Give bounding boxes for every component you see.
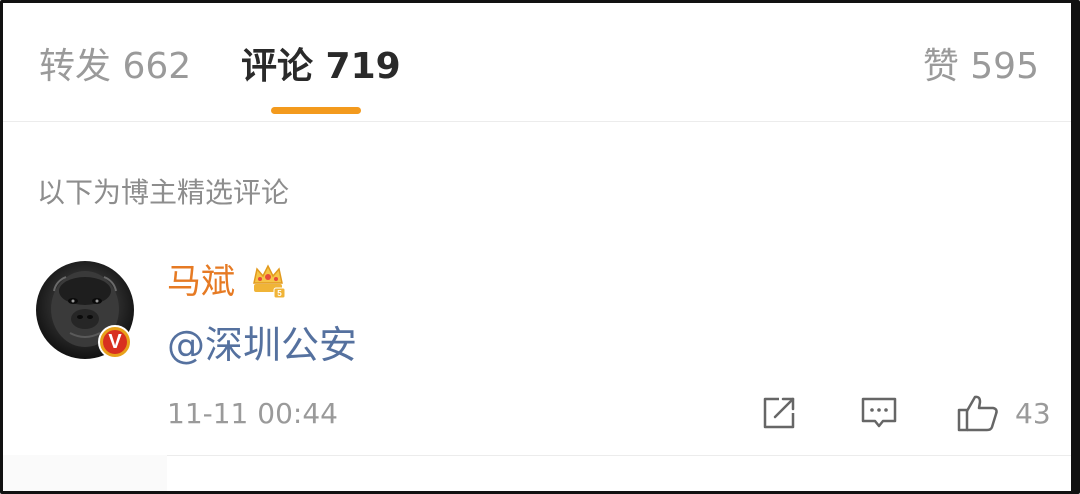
svg-text:5: 5: [277, 289, 282, 298]
comment-timestamp: 11-11 00:44: [167, 397, 338, 430]
thumbs-up-icon[interactable]: [956, 393, 1000, 433]
crown-vip-icon[interactable]: 5: [249, 261, 287, 299]
tab-comments[interactable]: 评论 719: [241, 43, 401, 91]
verified-badge-icon: V: [98, 325, 132, 359]
verified-badge-letter: V: [108, 331, 122, 353]
tab-repost[interactable]: 转发 662: [39, 43, 191, 91]
featured-comments-label: 以下为博主精选评论: [37, 176, 290, 209]
share-icon[interactable]: [759, 393, 799, 433]
active-tab-indicator: [271, 107, 361, 114]
comment-divider: [167, 455, 1071, 456]
divider-left-shade: [3, 455, 167, 491]
comment-panel: 转发 662 评论 719 赞 595 以下为博主精选评论 V 马斌 5 @深圳…: [3, 3, 1077, 491]
scrollbar[interactable]: [1071, 3, 1077, 491]
reply-icon[interactable]: [859, 393, 899, 433]
comment-text[interactable]: @深圳公安: [167, 319, 357, 371]
tab-likes[interactable]: 赞 595: [923, 43, 1039, 91]
comment-username[interactable]: 马斌: [167, 259, 235, 305]
like-count: 43: [1015, 397, 1051, 430]
tab-bar: 转发 662 评论 719 赞 595: [3, 3, 1071, 122]
app-frame: 转发 662 评论 719 赞 595 以下为博主精选评论 V 马斌 5 @深圳…: [0, 0, 1080, 494]
